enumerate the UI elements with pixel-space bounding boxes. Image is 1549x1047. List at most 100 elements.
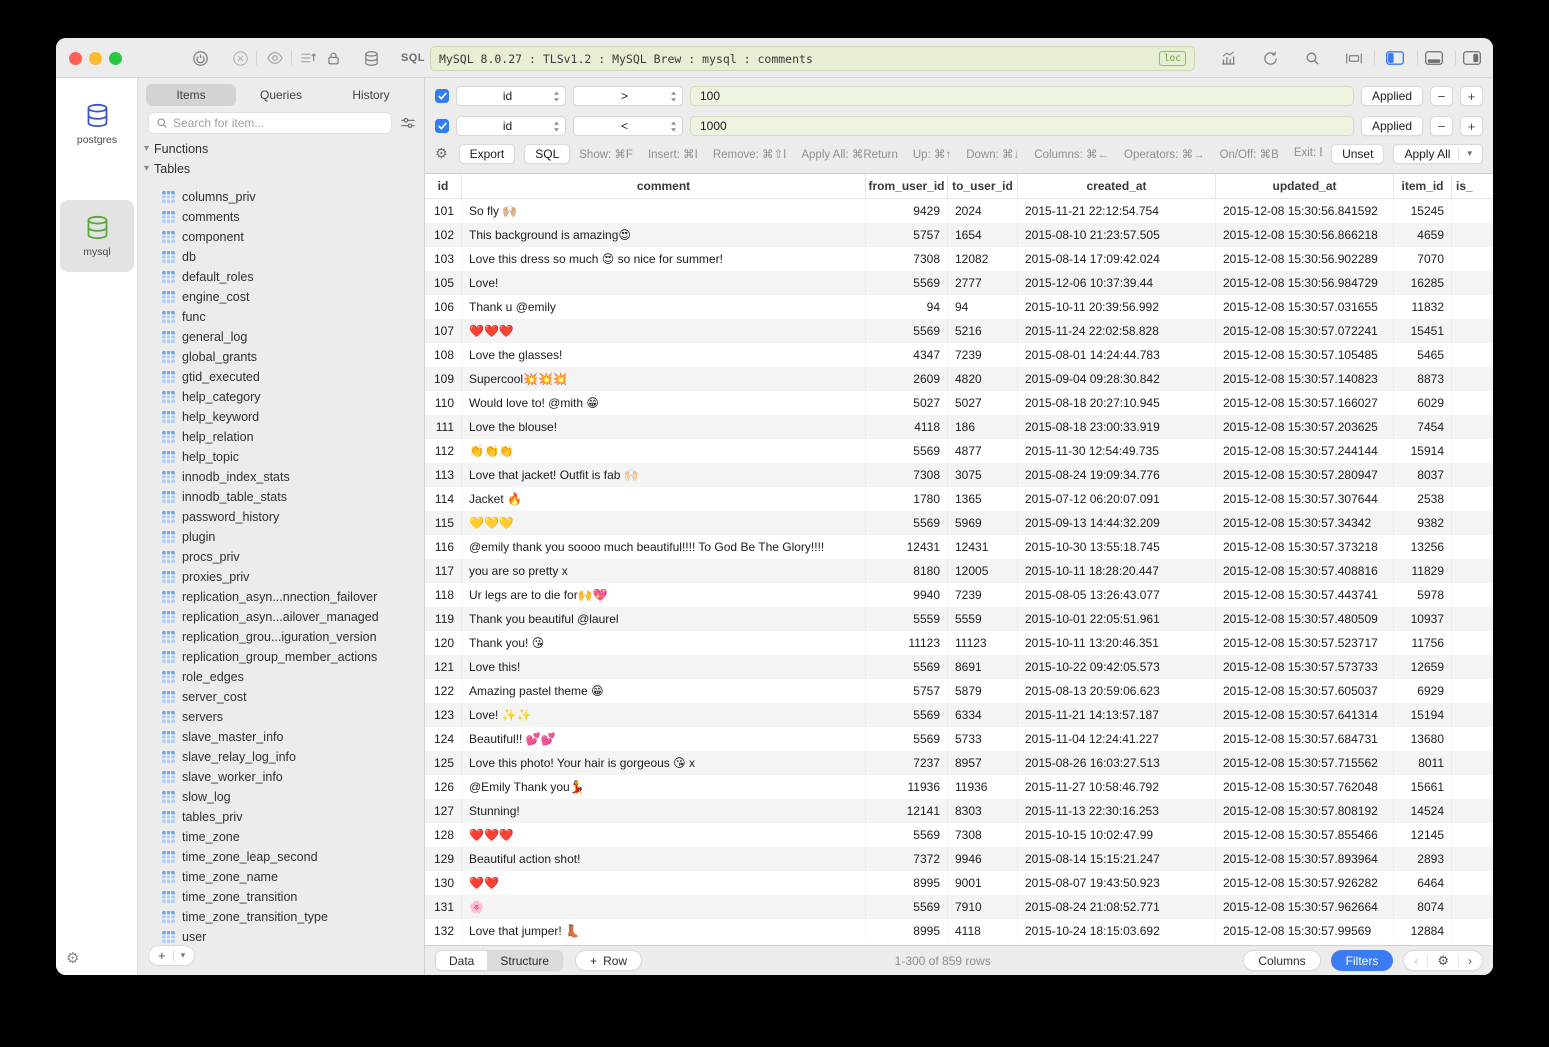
cell-created_at[interactable]: 2015-08-10 21:23:57.505 (1018, 223, 1216, 247)
cell-created_at[interactable]: 2015-10-22 09:42:05.573 (1018, 655, 1216, 679)
filters-button[interactable]: Filters (1331, 950, 1394, 971)
remove-filter-button[interactable]: − (1430, 86, 1453, 106)
cell-id[interactable]: 102 (425, 223, 462, 247)
cell-comment[interactable]: Jacket 🔥 (462, 487, 866, 511)
sidebar-table-help_keyword[interactable]: help_keyword (138, 407, 424, 427)
preview-eye-icon[interactable] (266, 49, 284, 67)
cell-id[interactable]: 108 (425, 343, 462, 367)
cell-from_user_id[interactable]: 7308 (866, 463, 948, 487)
cell-is_[interactable] (1452, 775, 1492, 799)
cell-created_at[interactable]: 2015-11-13 22:30:16.253 (1018, 799, 1216, 823)
cell-item_id[interactable]: 2538 (1394, 487, 1452, 511)
filter-applied-button[interactable]: Applied (1361, 116, 1423, 136)
cell-created_at[interactable]: 2015-12-06 10:37:39.44 (1018, 271, 1216, 295)
add-row-button[interactable]: + Row (575, 950, 642, 971)
cell-to_user_id[interactable]: 12005 (948, 559, 1018, 583)
cell-created_at[interactable]: 2015-10-30 13:55:18.745 (1018, 535, 1216, 559)
cell-item_id[interactable]: 8873 (1394, 367, 1452, 391)
cell-item_id[interactable]: 6929 (1394, 679, 1452, 703)
cell-from_user_id[interactable]: 5757 (866, 223, 948, 247)
cell-created_at[interactable]: 2015-08-14 15:15:21.247 (1018, 847, 1216, 871)
cell-created_at[interactable]: 2015-08-07 19:43:50.923 (1018, 871, 1216, 895)
cell-is_[interactable] (1452, 871, 1492, 895)
cell-comment[interactable]: Love that jacket! Outfit is fab 🙌🏻 (462, 463, 866, 487)
cell-created_at[interactable]: 2015-09-13 14:44:32.209 (1018, 511, 1216, 535)
sidebar-table-replication_grouiguration_version[interactable]: replication_grou...iguration_version (138, 627, 424, 647)
cell-id[interactable]: 132 (425, 919, 462, 943)
cell-comment[interactable]: Ur legs are to die for🙌💖 (462, 583, 866, 607)
cell-from_user_id[interactable]: 12141 (866, 799, 948, 823)
cell-to_user_id[interactable]: 4877 (948, 439, 1018, 463)
cell-updated_at[interactable]: 2015-12-08 15:30:57.280947 (1216, 463, 1394, 487)
cell-comment[interactable]: ❤️❤️❤️ (462, 823, 866, 847)
apply-all-button[interactable]: Apply All ▾ (1393, 144, 1483, 164)
table-row[interactable]: 108Love the glasses!434772392015-08-01 1… (425, 343, 1493, 367)
cell-id[interactable]: 127 (425, 799, 462, 823)
filter-tune-icon[interactable] (400, 116, 416, 130)
remove-filter-button[interactable]: − (1430, 116, 1453, 136)
cell-comment[interactable]: 💛💛💛 (462, 511, 866, 535)
cell-comment[interactable]: 👏👏👏 (462, 439, 866, 463)
tree-section-tables[interactable]: ▾ Tables (144, 159, 190, 179)
cell-to_user_id[interactable]: 5733 (948, 727, 1018, 751)
cell-created_at[interactable]: 2015-11-21 14:13:57.187 (1018, 703, 1216, 727)
column-header-created_at[interactable]: created_at (1018, 174, 1216, 198)
table-row[interactable]: 109Supercool💥💥💥260948202015-09-04 09:28:… (425, 367, 1493, 391)
cell-from_user_id[interactable]: 8180 (866, 559, 948, 583)
sidebar-table-comments[interactable]: comments (138, 207, 424, 227)
sidebar-table-tables_priv[interactable]: tables_priv (138, 807, 424, 827)
cell-is_[interactable] (1452, 919, 1492, 943)
cell-id[interactable]: 118 (425, 583, 462, 607)
cell-is_[interactable] (1452, 655, 1492, 679)
cell-from_user_id[interactable]: 5027 (866, 391, 948, 415)
close-window-button[interactable] (69, 52, 82, 65)
cell-from_user_id[interactable]: 11123 (866, 631, 948, 655)
table-settings-gear-icon[interactable]: ⚙ (1437, 953, 1449, 969)
sidebar-table-component[interactable]: component (138, 227, 424, 247)
cell-item_id[interactable]: 2893 (1394, 847, 1452, 871)
cell-comment[interactable]: Stunning! (462, 799, 866, 823)
cell-created_at[interactable]: 2015-08-05 13:26:43.077 (1018, 583, 1216, 607)
table-row[interactable]: 113Love that jacket! Outfit is fab 🙌🏻730… (425, 463, 1493, 487)
cell-updated_at[interactable]: 2015-12-08 15:30:56.866218 (1216, 223, 1394, 247)
cell-created_at[interactable]: 2015-08-18 20:27:10.945 (1018, 391, 1216, 415)
cell-id[interactable]: 123 (425, 703, 462, 727)
cell-id[interactable]: 129 (425, 847, 462, 871)
cell-created_at[interactable]: 2015-08-24 19:09:34.776 (1018, 463, 1216, 487)
sidebar-table-proxies_priv[interactable]: proxies_priv (138, 567, 424, 587)
cell-created_at[interactable]: 2015-10-11 18:28:20.447 (1018, 559, 1216, 583)
sidebar-table-func[interactable]: func (138, 307, 424, 327)
columns-button[interactable]: Columns (1243, 950, 1320, 971)
cell-from_user_id[interactable]: 2609 (866, 367, 948, 391)
cell-is_[interactable] (1452, 391, 1492, 415)
cell-comment[interactable]: @emily thank you soooo much beautiful!!!… (462, 535, 866, 559)
cell-is_[interactable] (1452, 487, 1492, 511)
cell-is_[interactable] (1452, 319, 1492, 343)
table-row[interactable]: 111Love the blouse!41181862015-08-18 23:… (425, 415, 1493, 439)
cell-item_id[interactable]: 7454 (1394, 415, 1452, 439)
cell-comment[interactable]: ❤️❤️❤️ (462, 319, 866, 343)
cell-is_[interactable] (1452, 703, 1492, 727)
cell-updated_at[interactable]: 2015-12-08 15:30:57.926282 (1216, 871, 1394, 895)
cell-is_[interactable] (1452, 847, 1492, 871)
cell-updated_at[interactable]: 2015-12-08 15:30:56.984729 (1216, 271, 1394, 295)
column-header-comment[interactable]: comment (462, 174, 866, 198)
cell-created_at[interactable]: 2015-09-04 09:28:30.842 (1018, 367, 1216, 391)
cell-comment[interactable]: Love that jumper! 👢 (462, 919, 866, 943)
filter-applied-button[interactable]: Applied (1361, 86, 1423, 106)
sidebar-table-slave_worker_info[interactable]: slave_worker_info (138, 767, 424, 787)
cell-to_user_id[interactable]: 5027 (948, 391, 1018, 415)
cell-item_id[interactable]: 13680 (1394, 727, 1452, 751)
cell-updated_at[interactable]: 2015-12-08 15:30:57.962664 (1216, 895, 1394, 919)
cell-updated_at[interactable]: 2015-12-08 15:30:56.902289 (1216, 247, 1394, 271)
cell-is_[interactable] (1452, 727, 1492, 751)
tab-data[interactable]: Data (436, 951, 487, 970)
cell-updated_at[interactable]: 2015-12-08 15:30:57.244144 (1216, 439, 1394, 463)
table-row[interactable]: 130❤️❤️899590012015-08-07 19:43:50.92320… (425, 871, 1493, 895)
sidebar-table-slave_master_info[interactable]: slave_master_info (138, 727, 424, 747)
cell-item_id[interactable]: 8037 (1394, 463, 1452, 487)
sidebar-table-replication_group_member_actions[interactable]: replication_group_member_actions (138, 647, 424, 667)
cell-updated_at[interactable]: 2015-12-08 15:30:57.072241 (1216, 319, 1394, 343)
add-filter-button[interactable]: + (1460, 86, 1483, 106)
table-row[interactable]: 114Jacket 🔥178013652015-07-12 06:20:07.0… (425, 487, 1493, 511)
